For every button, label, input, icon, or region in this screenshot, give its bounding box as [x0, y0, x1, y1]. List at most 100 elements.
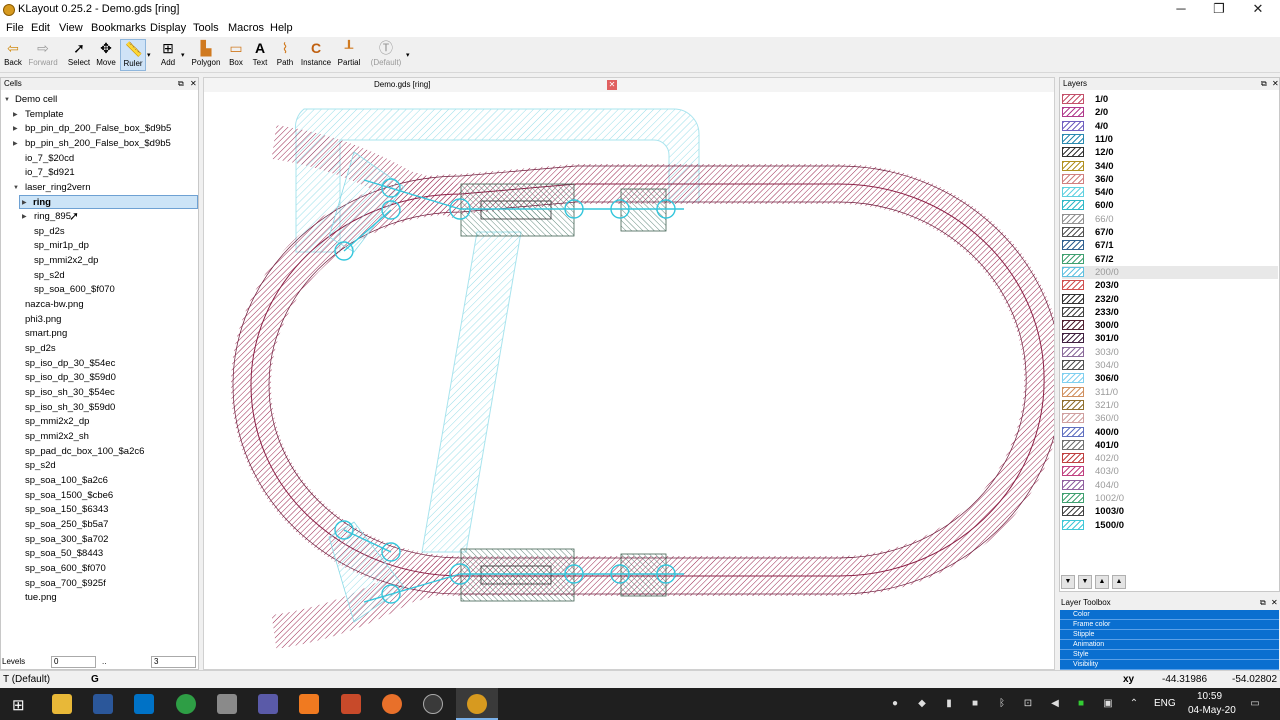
- network-icon[interactable]: ⊡: [1021, 697, 1035, 711]
- tree-item[interactable]: io_7_$d921: [25, 166, 75, 180]
- klayout-icon[interactable]: [467, 694, 487, 714]
- move-tool-button[interactable]: ✥ Move: [95, 39, 117, 71]
- input-language[interactable]: ENG: [1154, 698, 1176, 709]
- layer-row[interactable]: 11/0: [1062, 133, 1278, 146]
- tree-item[interactable]: phi3.png: [25, 313, 61, 327]
- minimize-button[interactable]: ─: [1161, 0, 1201, 20]
- tree-item[interactable]: sp_s2d: [34, 269, 65, 283]
- layer-row[interactable]: 1500/0: [1062, 519, 1278, 532]
- layer-row[interactable]: 304/0: [1062, 359, 1278, 372]
- layer-row[interactable]: 400/0: [1062, 426, 1278, 439]
- tree-item[interactable]: sp_mmi2x2_dp: [34, 254, 98, 268]
- bluetooth-icon[interactable]: ᛒ: [995, 697, 1009, 711]
- move-bottom-icon[interactable]: ▼: [1061, 575, 1075, 589]
- float-panel-icon[interactable]: ⧉: [178, 78, 184, 90]
- tree-item-laser-ring2vern[interactable]: ▼ laser_ring2vern: [11, 181, 90, 195]
- instance-tool-button[interactable]: C Instance: [300, 39, 332, 71]
- layer-row[interactable]: 67/1: [1062, 239, 1278, 252]
- layer-row[interactable]: 54/0: [1062, 186, 1278, 199]
- float-panel-icon[interactable]: ⧉: [1261, 78, 1267, 90]
- close-panel-icon[interactable]: ✕: [190, 78, 197, 90]
- menu-file[interactable]: File: [6, 22, 24, 34]
- partial-tool-button[interactable]: ┸ Partial: [336, 39, 362, 71]
- tree-item[interactable]: nazca-bw.png: [25, 298, 84, 312]
- layer-row[interactable]: 1/0: [1062, 93, 1278, 106]
- tree-item[interactable]: sp_iso_dp_30_$54ec: [25, 357, 115, 371]
- layer-row[interactable]: 4/0: [1062, 120, 1278, 133]
- layer-row[interactable]: 36/0: [1062, 173, 1278, 186]
- tree-item[interactable]: ▶ bp_pin_sh_200_False_box_$d9b5: [11, 137, 171, 151]
- float-panel-icon[interactable]: ⧉: [1260, 598, 1266, 608]
- layer-row[interactable]: 233/0: [1062, 306, 1278, 319]
- menu-tools[interactable]: Tools: [193, 22, 219, 34]
- path-tool-button[interactable]: ⌇ Path: [274, 39, 296, 71]
- default-mode-button[interactable]: Ⓣ (Default): [369, 39, 403, 71]
- toolbox-color-row[interactable]: Color: [1060, 610, 1279, 620]
- tree-item[interactable]: sp_iso_dp_30_$59d0: [25, 371, 116, 385]
- menu-macros[interactable]: Macros: [228, 22, 264, 34]
- tree-item[interactable]: sp_d2s: [25, 342, 56, 356]
- layer-row[interactable]: 1002/0: [1062, 492, 1278, 505]
- tree-item[interactable]: smart.png: [25, 327, 67, 341]
- tree-item[interactable]: tue.png: [25, 591, 57, 605]
- tree-item[interactable]: io_7_$20cd: [25, 152, 74, 166]
- clock-date[interactable]: 04-May-20: [1188, 705, 1236, 716]
- toolbox-stipple-row[interactable]: Stipple: [1060, 630, 1279, 640]
- tray-mic-icon[interactable]: ▮: [942, 697, 956, 711]
- back-button[interactable]: ⇦ Back: [3, 39, 23, 71]
- layout-canvas[interactable]: [204, 92, 1054, 669]
- layer-row[interactable]: 66/0: [1062, 213, 1278, 226]
- add-button[interactable]: ⊞ Add: [157, 39, 179, 71]
- tree-item[interactable]: sp_soa_1500_$cbe6: [25, 489, 113, 503]
- obs-icon[interactable]: [423, 694, 443, 714]
- tree-item-template[interactable]: ▶ Template: [11, 108, 64, 122]
- layer-row[interactable]: 404/0: [1062, 479, 1278, 492]
- tree-item[interactable]: sp_soa_50_$8443: [25, 547, 103, 561]
- add-dropdown-icon[interactable]: ▾: [181, 51, 185, 59]
- app-icon[interactable]: [258, 694, 278, 714]
- tree-item[interactable]: sp_soa_600_$f070: [25, 562, 106, 576]
- clock-time[interactable]: 10:59: [1197, 691, 1222, 702]
- tree-item[interactable]: sp_soa_150_$6343: [25, 503, 108, 517]
- menu-bookmarks[interactable]: Bookmarks: [91, 22, 146, 34]
- tray-app-icon[interactable]: ■: [968, 697, 982, 711]
- layer-row[interactable]: 67/2: [1062, 253, 1278, 266]
- layer-row[interactable]: 306/0: [1062, 372, 1278, 385]
- levels-from-spinbox[interactable]: 0: [51, 656, 96, 668]
- firefox-icon[interactable]: [382, 694, 402, 714]
- tree-item[interactable]: sp_pad_dc_box_100_$a2c6: [25, 445, 144, 459]
- chrome-icon[interactable]: [176, 694, 196, 714]
- layer-row[interactable]: 67/0: [1062, 226, 1278, 239]
- polygon-tool-button[interactable]: ▙ Polygon: [191, 39, 221, 71]
- layer-row[interactable]: 232/0: [1062, 293, 1278, 306]
- levels-to-spinbox[interactable]: 3: [151, 656, 196, 668]
- close-panel-icon[interactable]: ✕: [1272, 78, 1279, 90]
- tree-item[interactable]: sp_mir1p_dp: [34, 239, 89, 253]
- tree-item[interactable]: ▶ bp_pin_dp_200_False_box_$d9b5: [11, 122, 171, 136]
- notifications-icon[interactable]: ▭: [1248, 697, 1262, 711]
- tree-item[interactable]: sp_mmi2x2_sh: [25, 430, 89, 444]
- text-tool-button[interactable]: A Text: [250, 39, 270, 71]
- layer-row[interactable]: 300/0: [1062, 319, 1278, 332]
- layer-row[interactable]: 321/0: [1062, 399, 1278, 412]
- tree-item[interactable]: sp_iso_sh_30_$59d0: [25, 401, 115, 415]
- toolbox-visibility-row[interactable]: Visibility: [1060, 660, 1279, 670]
- layer-row[interactable]: 303/0: [1062, 346, 1278, 359]
- tray-app-icon[interactable]: ■: [1074, 697, 1088, 711]
- powerpoint-icon[interactable]: [341, 694, 361, 714]
- word-icon[interactable]: [93, 694, 113, 714]
- outlook-icon[interactable]: [134, 694, 154, 714]
- close-panel-icon[interactable]: ✕: [1271, 598, 1278, 607]
- tree-item[interactable]: sp_soa_600_$f070: [34, 283, 115, 297]
- menu-edit[interactable]: Edit: [31, 22, 50, 34]
- layer-row[interactable]: 403/0: [1062, 465, 1278, 478]
- tree-item[interactable]: sp_soa_100_$a2c6: [25, 474, 108, 488]
- tree-item[interactable]: sp_soa_700_$925f: [25, 577, 106, 591]
- layer-row[interactable]: 60/0: [1062, 199, 1278, 212]
- chevron-up-icon[interactable]: ⌃: [1127, 697, 1141, 711]
- tray-shield-icon[interactable]: ◆: [915, 697, 929, 711]
- move-down-icon[interactable]: ▼: [1078, 575, 1092, 589]
- toolbox-frame-color-row[interactable]: Frame color: [1060, 620, 1279, 630]
- tree-item[interactable]: ▶ ring_895: [20, 210, 71, 224]
- tree-item[interactable]: sp_iso_sh_30_$54ec: [25, 386, 115, 400]
